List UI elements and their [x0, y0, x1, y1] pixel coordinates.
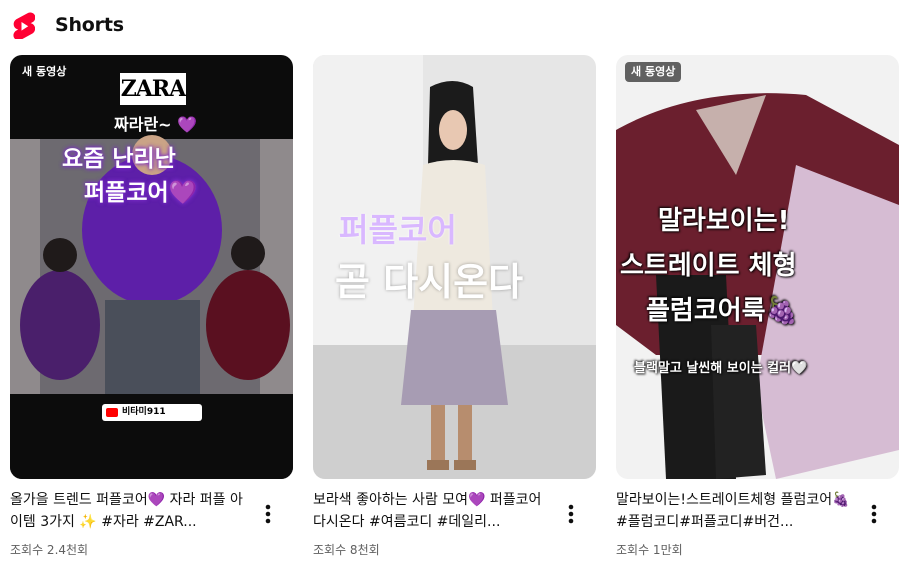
shelf-title: Shorts — [55, 14, 124, 36]
overlay-text-3: 플럼코어룩🍇 — [646, 296, 798, 326]
short-card-2[interactable]: 퍼플코어 곧 다시온다 보라색 좋아하는 사람 모여💜 퍼플코어 다시온다 #여… — [313, 55, 596, 558]
new-video-badge: 새 동영상 — [22, 65, 67, 78]
view-count: 조회수 8천회 — [313, 543, 380, 557]
short-thumbnail-1[interactable]: 새 동영상 ZARA 짜라란~ 💜 요즘 난리난 퍼플코어💜 비타미911 — [10, 55, 293, 479]
short-card-1[interactable]: 새 동영상 ZARA 짜라란~ 💜 요즘 난리난 퍼플코어💜 비타미911 올가… — [10, 55, 293, 558]
short-title[interactable]: 보라색 좋아하는 사람 모여💜 퍼플코어 다시온다 #여름코디 #데일리... — [313, 489, 553, 533]
more-vert-icon — [871, 504, 877, 524]
more-options-button[interactable] — [560, 501, 582, 527]
channel-tag: 비타미911 — [102, 404, 202, 421]
overlay-text-4: 블랙말고 날씬해 보이는 컬러🤍 — [634, 361, 808, 376]
more-vert-icon — [265, 504, 271, 524]
more-options-button[interactable] — [863, 501, 885, 527]
short-title[interactable]: 올가을 트렌드 퍼플코어💜 자라 퍼플 아이템 3가지 ✨ #자라 #ZAR..… — [10, 489, 250, 533]
more-options-button[interactable] — [257, 501, 279, 527]
short-card-3[interactable]: 새 동영상 말라보이는! 스트레이트 체형 플럼코어룩🍇 블랙말고 날씬해 보이… — [616, 55, 899, 558]
view-count: 조회수 1만회 — [616, 543, 683, 557]
overlay-text-2: 요즘 난리난 — [62, 146, 176, 172]
zara-logo: ZARA — [120, 76, 186, 102]
overlay-text-1: 퍼플코어 — [339, 211, 457, 249]
overlay-text-1: 말라보이는! — [658, 206, 790, 236]
view-count: 조회수 2.4천회 — [10, 543, 89, 557]
short-title[interactable]: 말라보이는!스트레이트체형 플럼코어🍇 #플럼코디#퍼플코디#버건... — [616, 489, 856, 533]
overlay-text-1: 짜라란~ 💜 — [114, 115, 198, 134]
youtube-shorts-icon — [12, 11, 36, 39]
overlay-text-3: 퍼플코어💜 — [84, 180, 198, 206]
shelf-header: Shorts — [12, 10, 124, 40]
new-video-badge: 새 동영상 — [625, 62, 682, 82]
youtube-icon — [106, 408, 118, 417]
overlay-text-2: 곧 다시온다 — [335, 260, 524, 304]
more-vert-icon — [568, 504, 574, 524]
short-thumbnail-3[interactable]: 새 동영상 말라보이는! 스트레이트 체형 플럼코어룩🍇 블랙말고 날씬해 보이… — [616, 55, 899, 479]
overlay-text-2: 스트레이트 체형 — [620, 251, 797, 281]
channel-tag-label: 비타미911 — [122, 407, 166, 417]
short-thumbnail-2[interactable]: 퍼플코어 곧 다시온다 — [313, 55, 596, 479]
